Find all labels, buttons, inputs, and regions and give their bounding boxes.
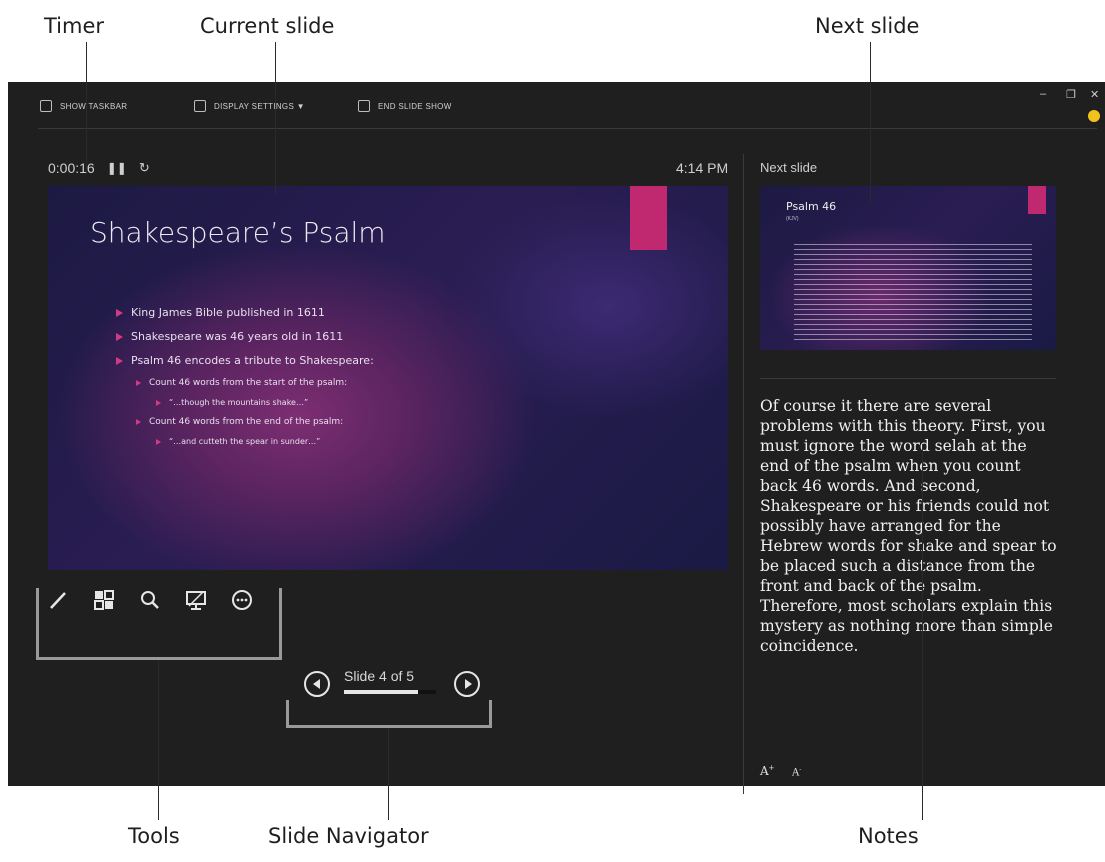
minimize-icon[interactable]: – [1040,88,1046,100]
bullet-item: Count 46 words from the start of the psa… [136,378,374,388]
end-slide-show-label: END SLIDE SHOW [378,101,452,111]
bullet-item: “…and cutteth the spear in sunder…” [156,437,374,446]
clock: 4:14 PM [676,160,729,176]
taskbar-icon [40,100,52,112]
chevron-right-icon [464,679,472,689]
callout-current-slide: Current slide [200,14,335,38]
decrease-font-button[interactable]: A- [792,766,801,778]
next-slide-body-text [794,244,1032,344]
increase-font-label: A [760,764,769,778]
callout-notes: Notes [858,824,919,848]
bullet-text: “…and cutteth the spear in sunder…” [169,437,321,446]
callout-line-timer [86,42,87,172]
callout-line-next-slide [870,42,871,204]
restore-icon[interactable]: ❐ [1066,88,1076,101]
presenter-tools [46,588,254,612]
next-slide-button[interactable] [454,671,480,697]
navigator-bracket-bottom [286,725,492,728]
show-taskbar-button[interactable]: SHOW TASKBAR [40,100,127,112]
callout-timer: Timer [44,14,105,38]
display-settings-icon [194,100,206,112]
bullet-text: King James Bible published in 1611 [131,306,325,319]
bullet-item: Psalm 46 encodes a tribute to Shakespear… [116,354,374,367]
reset-icon[interactable]: ↻ [139,160,150,176]
pane-divider [743,154,744,794]
callout-line-notes [922,444,923,820]
callout-line-navigator [388,728,389,820]
pause-icon[interactable]: ❚❚ [107,161,127,175]
zoom-icon[interactable] [138,588,162,612]
display-settings-label: DISPLAY SETTINGS ▼ [214,101,305,111]
tools-bracket-left [36,588,39,660]
next-slide-title: Psalm 46 [786,200,837,213]
current-slide[interactable]: Shakespeare’s Psalm King James Bible pub… [48,186,728,570]
bullet-item: “…though the mountains shake…” [156,398,374,407]
bullet-text: Count 46 words from the end of the psalm… [149,417,344,427]
slide-counter[interactable]: Slide 4 of 5 [344,668,414,684]
slide-bullets: King James Bible published in 1611 Shake… [116,306,374,456]
callout-line-tools [158,660,159,820]
timer-elapsed: 0:00:16 [48,160,95,176]
end-slide-show-button[interactable]: END SLIDE SHOW [358,100,452,112]
close-icon[interactable]: ✕ [1090,88,1099,101]
callout-next-slide: Next slide [815,14,920,38]
chevron-left-icon [312,679,320,689]
bullet-text: “…though the mountains shake…” [169,398,309,407]
presenter-view-window: SHOW TASKBAR DISPLAY SETTINGS ▼ END SLID… [8,82,1105,794]
previous-slide-button[interactable] [304,671,330,697]
next-slide-subtitle: (KJV) [786,216,799,222]
slide-accent-bar [630,186,667,250]
callout-line-current-slide [275,42,276,196]
increase-font-button[interactable]: A+ [760,764,775,778]
next-slide-label: Next slide [760,160,818,175]
navigator-bracket-right [489,700,492,728]
bullet-text: Count 46 words from the start of the psa… [149,378,348,388]
tools-bracket-bottom [36,657,282,660]
callout-tools: Tools [128,824,180,848]
user-emoji-icon [1088,110,1100,122]
speaker-notes[interactable]: Of course it there are several problems … [760,396,1060,656]
toolbar-divider [38,128,1097,129]
more-options-icon[interactable] [230,588,254,612]
timer: 0:00:16 ❚❚ ↻ [48,160,150,176]
bullet-text: Psalm 46 encodes a tribute to Shakespear… [131,354,374,367]
black-screen-icon[interactable] [184,588,208,612]
slides-grid-icon[interactable] [92,588,116,612]
bullet-text: Shakespeare was 46 years old in 1611 [131,330,344,343]
bullet-item: Count 46 words from the end of the psalm… [136,417,374,427]
slide-progress-fill [344,690,418,694]
next-slide-preview[interactable]: Psalm 46 (KJV) [760,186,1056,350]
pen-icon[interactable] [46,588,70,612]
navigator-bracket-left [286,700,289,728]
slide-title: Shakespeare’s Psalm [90,216,386,249]
notes-divider [760,378,1056,379]
tools-bracket-right [279,588,282,660]
thumb-accent-bar [1028,186,1046,214]
callout-slide-navigator: Slide Navigator [268,824,429,848]
end-show-icon [358,100,370,112]
slide-progress-track [344,690,436,694]
bullet-item: Shakespeare was 46 years old in 1611 [116,330,374,343]
display-settings-button[interactable]: DISPLAY SETTINGS ▼ [194,100,305,112]
presenter-toolbar: SHOW TASKBAR DISPLAY SETTINGS ▼ END SLID… [8,82,1105,130]
bullet-item: King James Bible published in 1611 [116,306,374,319]
slide-navigator: Slide 4 of 5 [298,668,488,700]
show-taskbar-label: SHOW TASKBAR [60,101,128,111]
